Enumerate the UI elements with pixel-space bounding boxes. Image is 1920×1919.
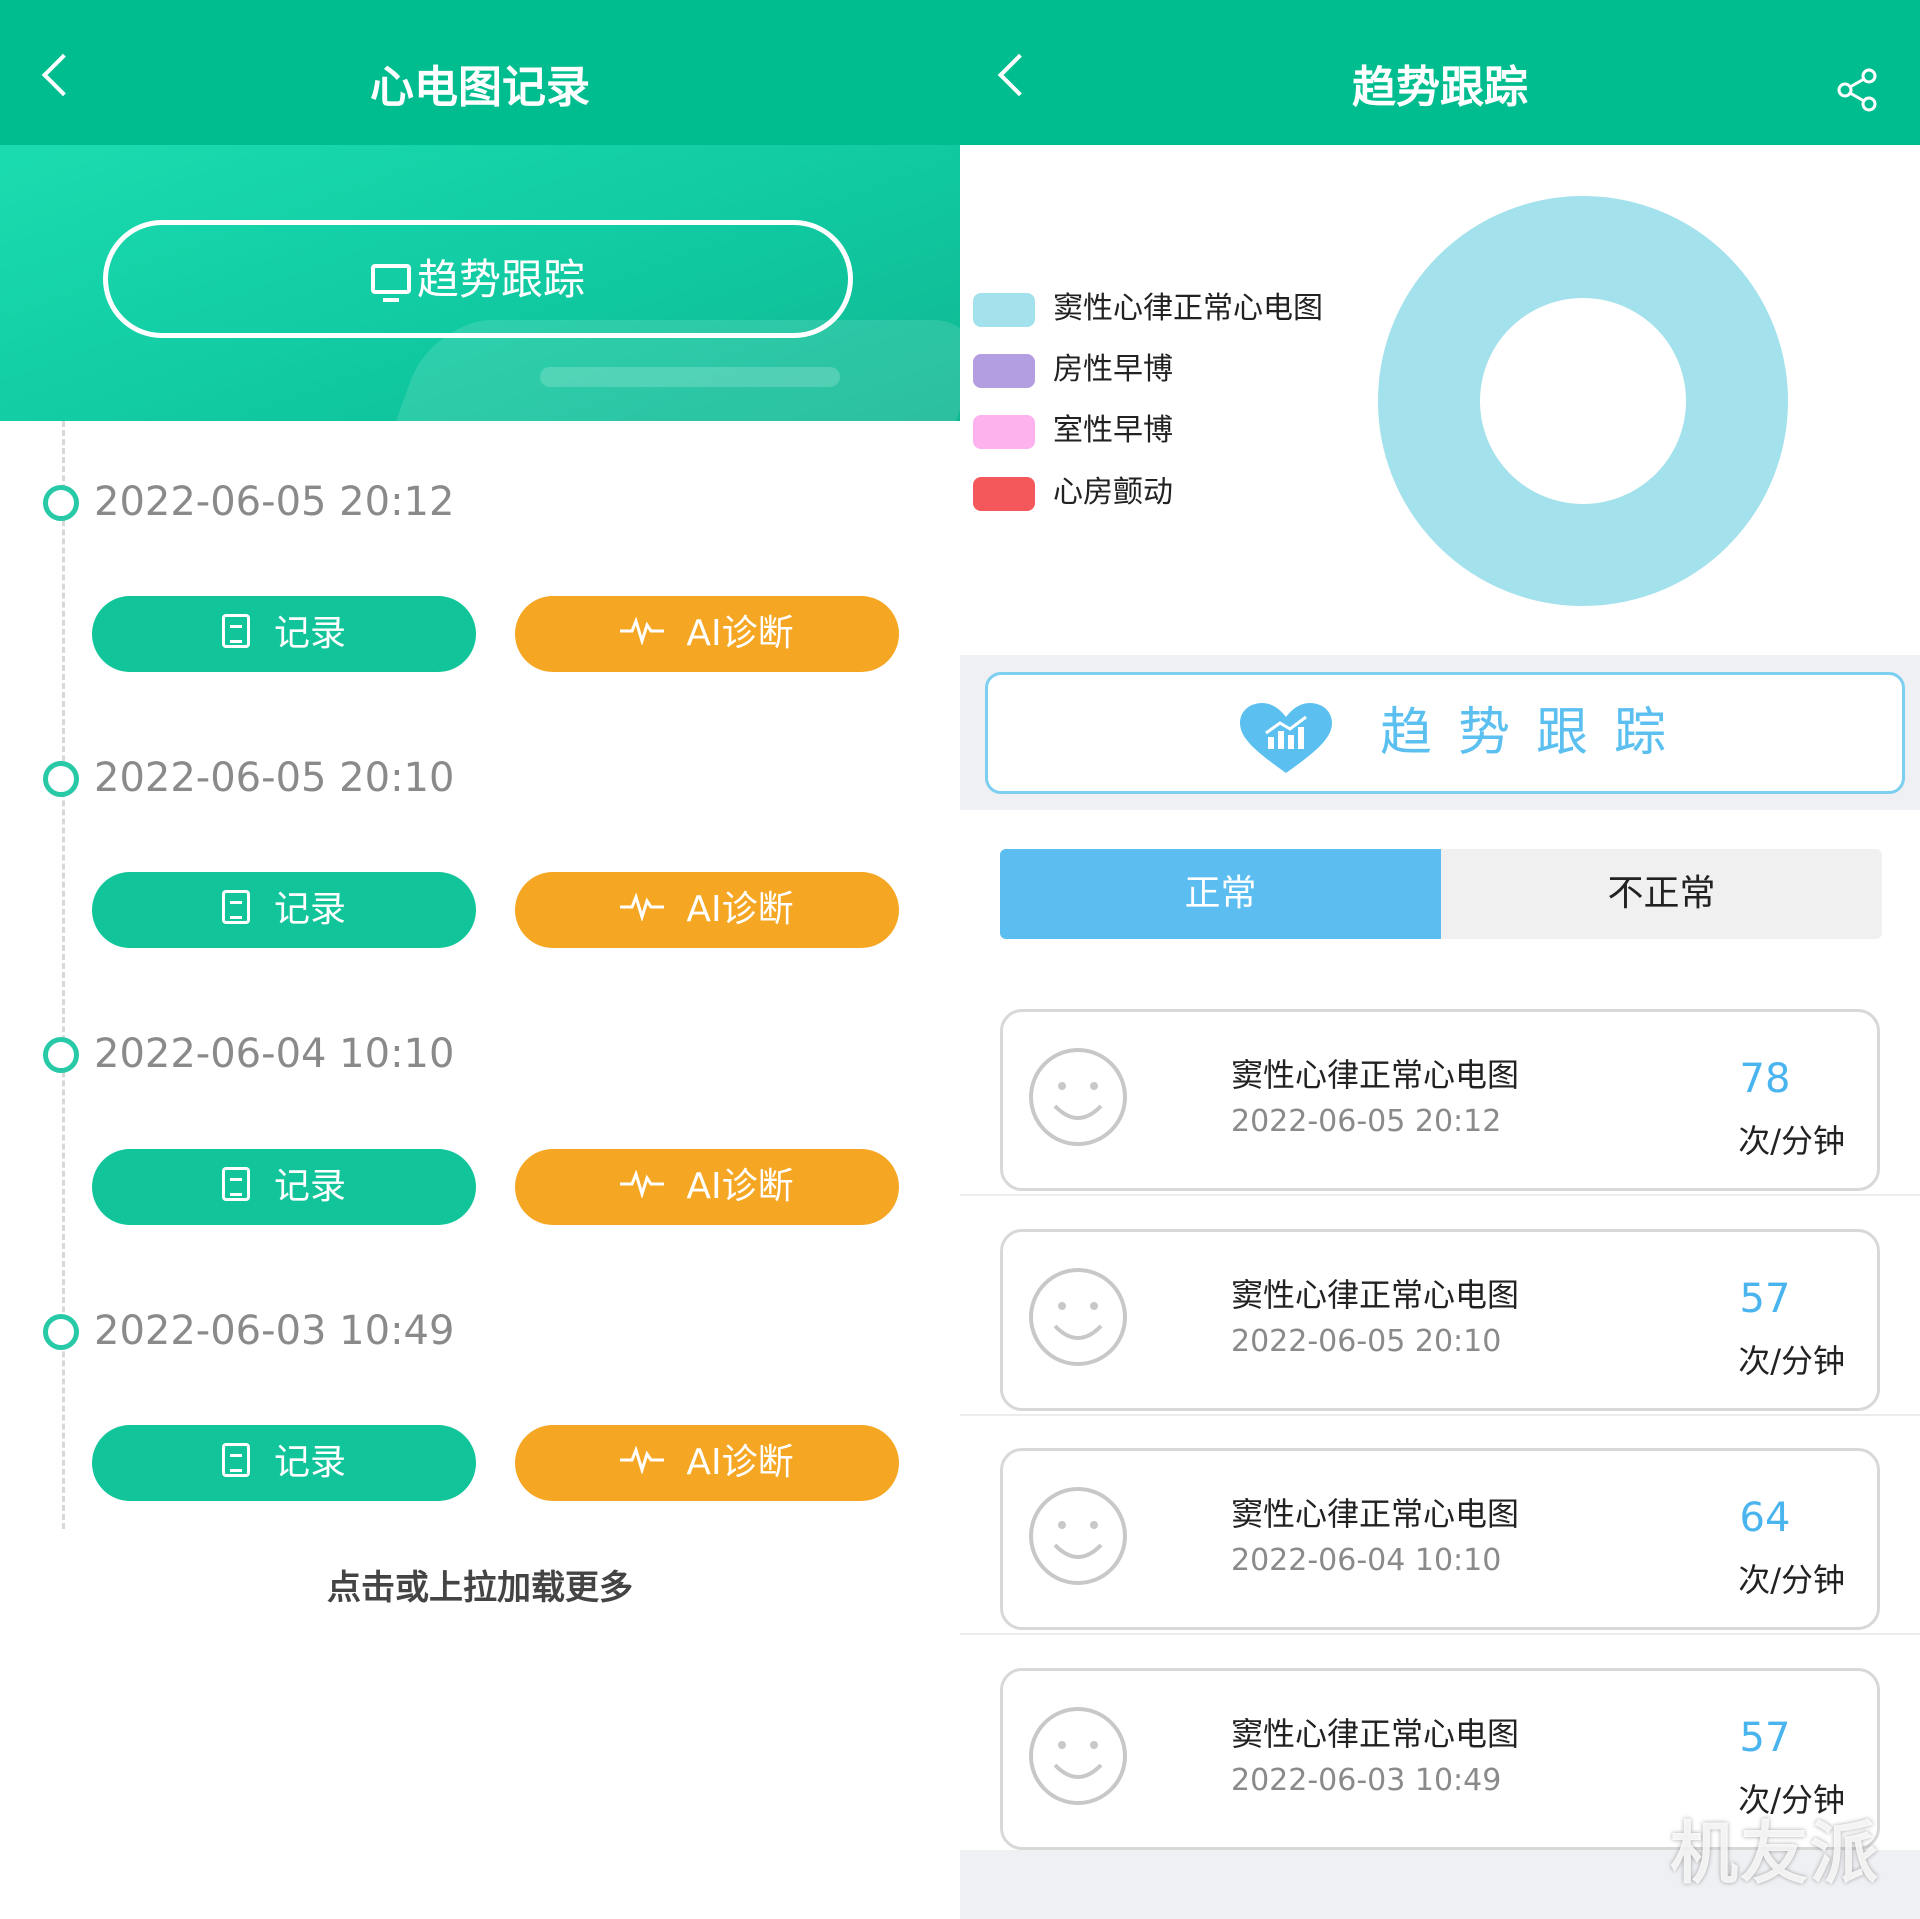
diagnosis-name: 窦性心律正常心电图 bbox=[1231, 1056, 1520, 1094]
heart-rate-unit: 次/分钟 bbox=[1738, 1342, 1845, 1380]
donut-slice bbox=[1378, 196, 1788, 606]
donut-chart bbox=[1378, 196, 1788, 606]
record-button[interactable]: 记录 bbox=[92, 596, 476, 672]
tab-abnormal[interactable]: 不正常 bbox=[1441, 849, 1882, 939]
divider bbox=[960, 1633, 1920, 1635]
legend-label: 窦性心律正常心电图 bbox=[1053, 291, 1323, 326]
record-card[interactable]: 窦性心律正常心电图 2022-06-04 10:10 64 次/分钟 bbox=[1000, 1448, 1880, 1630]
heartbeat-icon bbox=[620, 1170, 665, 1198]
entry-date: 2022-06-05 20:10 bbox=[94, 755, 455, 801]
notepad-icon bbox=[221, 890, 250, 924]
timeline-line bbox=[62, 421, 65, 1529]
smiley-face-icon bbox=[1029, 1048, 1127, 1146]
heartbeat-icon bbox=[620, 1446, 665, 1474]
heart-rate-value: 57 bbox=[1739, 1276, 1791, 1322]
header-bar: 心电图记录 bbox=[0, 0, 960, 145]
heart-rate-value: 57 bbox=[1739, 1715, 1791, 1761]
page-title: 趋势跟踪 bbox=[1352, 62, 1528, 113]
divider bbox=[960, 1414, 1920, 1416]
tab-normal[interactable]: 正常 bbox=[1000, 849, 1441, 939]
ai-diagnosis-button[interactable]: AI诊断 bbox=[515, 1149, 899, 1225]
heart-rate-value: 64 bbox=[1739, 1495, 1791, 1541]
trend-tracking-card[interactable]: 趋势跟踪 bbox=[985, 672, 1905, 794]
heartbeat-icon bbox=[620, 893, 665, 921]
legend-swatch bbox=[973, 293, 1035, 327]
heart-rate-unit: 次/分钟 bbox=[1738, 1561, 1845, 1599]
record-button[interactable]: 记录 bbox=[92, 1425, 476, 1501]
timeline-node-icon bbox=[43, 761, 79, 797]
record-time: 2022-06-03 10:49 bbox=[1231, 1763, 1502, 1798]
smiley-face-icon bbox=[1029, 1707, 1127, 1805]
entry-date: 2022-06-03 10:49 bbox=[94, 1308, 455, 1354]
share-icon[interactable] bbox=[1836, 68, 1878, 112]
record-card[interactable]: 窦性心律正常心电图 2022-06-05 20:12 78 次/分钟 bbox=[1000, 1009, 1880, 1191]
legend-swatch bbox=[973, 477, 1035, 511]
heart-chart-icon bbox=[1240, 703, 1332, 773]
notepad-icon bbox=[221, 1167, 250, 1201]
page-title: 心电图记录 bbox=[370, 62, 590, 113]
heart-rate-value: 78 bbox=[1739, 1056, 1791, 1102]
timeline-node-icon bbox=[43, 1314, 79, 1350]
smiley-face-icon bbox=[1029, 1487, 1127, 1585]
legend-label: 室性早博 bbox=[1053, 413, 1173, 448]
heartbeat-icon bbox=[620, 617, 665, 645]
legend-label: 心房颤动 bbox=[1053, 475, 1173, 510]
entry-date: 2022-06-04 10:10 bbox=[94, 1031, 455, 1077]
record-button[interactable]: 记录 bbox=[92, 1149, 476, 1225]
notepad-icon bbox=[221, 1443, 250, 1477]
monitor-chart-icon bbox=[370, 263, 411, 302]
load-more-link[interactable]: 点击或上拉加载更多 bbox=[0, 1560, 960, 1609]
legend-swatch bbox=[973, 354, 1035, 388]
timeline-node-icon bbox=[43, 485, 79, 521]
ai-diagnosis-button[interactable]: AI诊断 bbox=[515, 596, 899, 672]
timeline-node-icon bbox=[43, 1037, 79, 1073]
trend-tracking-button[interactable]: 趋势跟踪 bbox=[103, 220, 853, 338]
legend-label: 房性早博 bbox=[1053, 352, 1173, 387]
notepad-icon bbox=[221, 614, 250, 648]
trend-tracking-screen: 趋势跟踪 窦性心律正常心电图 房性早博 室性早博 心房颤动 趋势跟踪 正常 不正… bbox=[960, 0, 1920, 1919]
diagnosis-name: 窦性心律正常心电图 bbox=[1231, 1276, 1520, 1314]
legend-swatch bbox=[973, 415, 1035, 449]
ecg-records-screen: 心电图记录 趋势跟踪 2022-06-05 20:12 记录 AI诊断 2022… bbox=[0, 0, 960, 1919]
watermark-text: 机友派 bbox=[1669, 1815, 1880, 1894]
record-button[interactable]: 记录 bbox=[92, 872, 476, 948]
entry-date: 2022-06-05 20:12 bbox=[94, 479, 455, 525]
heart-rate-unit: 次/分钟 bbox=[1738, 1122, 1845, 1160]
record-time: 2022-06-05 20:10 bbox=[1231, 1324, 1502, 1359]
record-time: 2022-06-04 10:10 bbox=[1231, 1543, 1502, 1578]
divider bbox=[960, 1194, 1920, 1196]
ai-diagnosis-button[interactable]: AI诊断 bbox=[515, 872, 899, 948]
record-card[interactable]: 窦性心律正常心电图 2022-06-05 20:10 57 次/分钟 bbox=[1000, 1229, 1880, 1411]
record-time: 2022-06-05 20:12 bbox=[1231, 1104, 1502, 1139]
trend-button-label: 趋势跟踪 bbox=[416, 255, 585, 304]
header-bar: 趋势跟踪 bbox=[960, 0, 1920, 145]
ai-diagnosis-button[interactable]: AI诊断 bbox=[515, 1425, 899, 1501]
diagnosis-name: 窦性心律正常心电图 bbox=[1231, 1495, 1520, 1533]
decorative-shape bbox=[540, 367, 840, 387]
smiley-face-icon bbox=[1029, 1268, 1127, 1366]
diagnosis-name: 窦性心律正常心电图 bbox=[1231, 1715, 1520, 1753]
trend-card-label: 趋势跟踪 bbox=[1380, 703, 1693, 763]
